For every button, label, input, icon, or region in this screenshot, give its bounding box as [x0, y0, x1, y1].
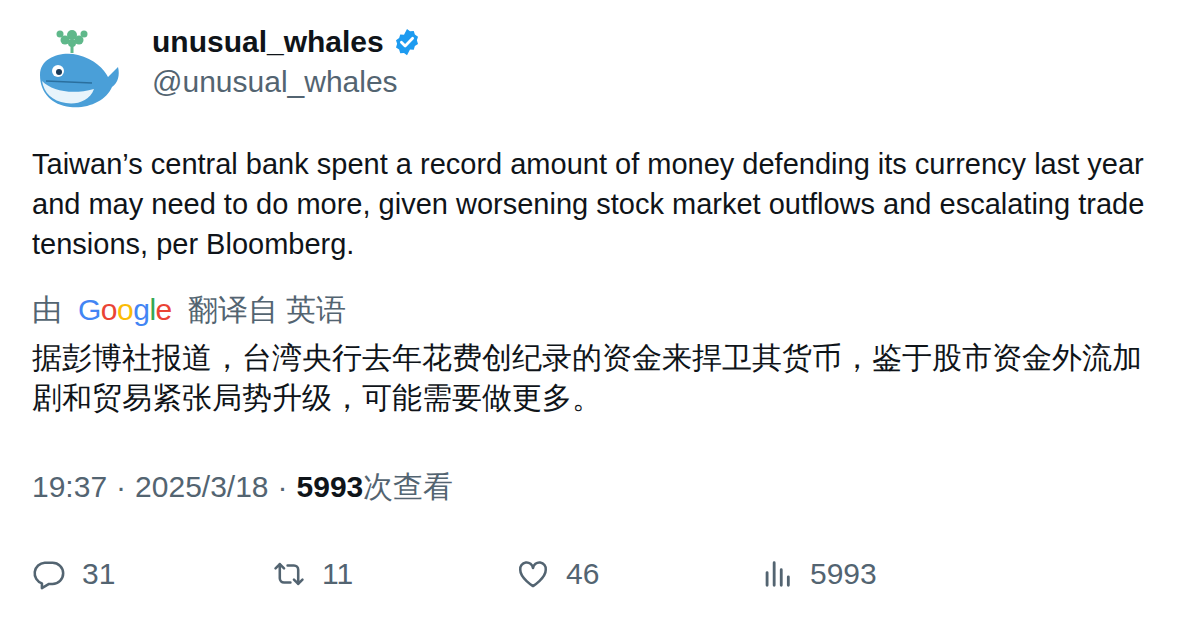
tweet-text: Taiwan’s central bank spent a record amo… — [32, 144, 1164, 264]
author-name[interactable]: unusual_whales — [152, 22, 384, 62]
tweet-meta: 19:37·2025/3/18·5993次查看 — [32, 467, 1164, 507]
speech-bubble-icon — [32, 557, 66, 591]
reply-button[interactable]: 31 — [32, 554, 272, 594]
action-count: 5993 — [810, 554, 877, 594]
google-logo: Google — [78, 290, 172, 330]
heart-icon — [516, 557, 550, 591]
views-button[interactable]: 5993 — [760, 554, 1004, 594]
tweet-time[interactable]: 19:37 — [32, 467, 107, 507]
tweet-header: unusual_whales@unusual_whales — [32, 22, 1164, 115]
verified-badge-icon — [392, 27, 422, 57]
view-count: 5993 — [297, 467, 364, 507]
tweet: unusual_whales@unusual_whales Taiwan’s ce… — [0, 0, 1196, 618]
retweet-button[interactable]: 11 — [272, 554, 516, 594]
action-bar: 31 11 46 5993 — [32, 554, 1164, 594]
view-label: 次查看 — [363, 467, 453, 507]
action-count: 31 — [82, 554, 115, 594]
like-button[interactable]: 46 — [516, 554, 760, 594]
whale-avatar-icon[interactable] — [32, 25, 122, 115]
action-count: 46 — [566, 554, 599, 594]
translated-text: 据彭博社报道，台湾央行去年花费创纪录的资金来捍卫其货币，鉴于股市资金外流加剧和贸… — [32, 338, 1164, 418]
retweet-arrows-icon — [272, 557, 306, 591]
translation-label[interactable]: 翻译自 英语 — [188, 290, 346, 330]
tweet-date[interactable]: 2025/3/18 — [135, 467, 268, 507]
author-handle[interactable]: @unusual_whales — [152, 62, 422, 102]
translation-prefix: 由 — [32, 290, 62, 330]
bar-chart-icon — [760, 557, 794, 591]
action-count: 11 — [322, 554, 353, 594]
translation-attribution: 由 Google 翻译自 英语 — [32, 290, 1164, 330]
